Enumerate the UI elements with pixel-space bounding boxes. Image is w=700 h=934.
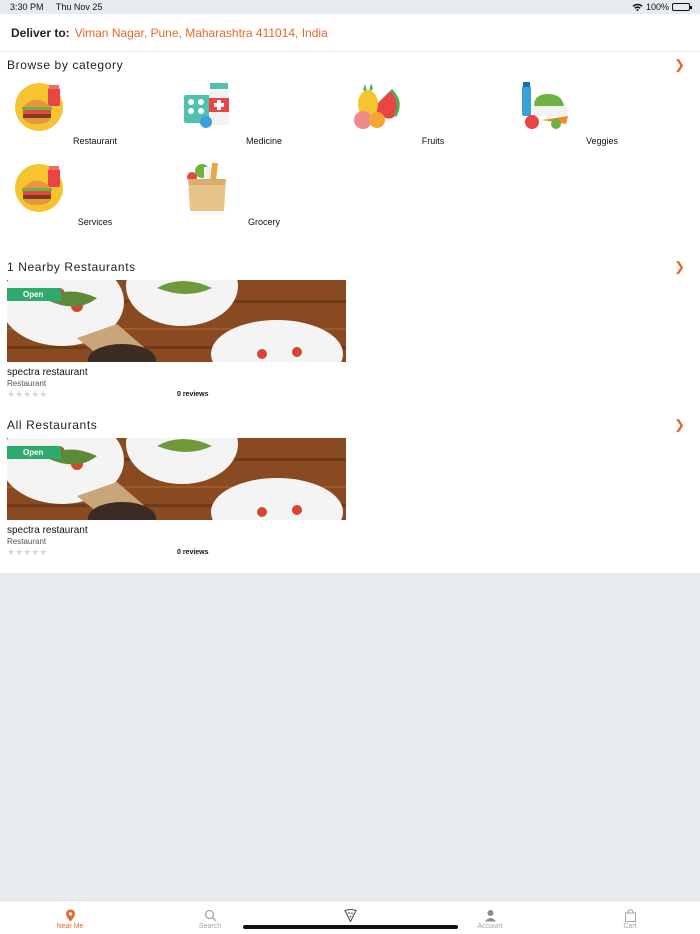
restaurant-name[interactable]: spectra restaurant [7,525,346,536]
tab-near-me[interactable]: Near Me [0,901,140,934]
search-icon [204,909,216,922]
all-title: All Restaurants [7,418,98,432]
restaurant-type: Restaurant [7,379,47,388]
deliver-label: Deliver to: [11,25,70,40]
medicine-icon [184,83,229,128]
nearby-title: 1 Nearby Restaurants [7,260,136,274]
all-header: All Restaurants ❯ [0,412,700,438]
category-label: Medicine [245,136,283,146]
rating-stars: ★★★★★ [7,388,48,399]
restaurant-type: Restaurant [7,537,47,546]
browse-header: Browse by category ❯ [0,52,700,78]
tab-cart[interactable]: Cart [560,901,700,934]
category-label: Grocery [247,217,280,227]
category-restaurant[interactable]: Restaurant [7,78,176,159]
grocery-bag-icon [187,163,226,211]
main-content: Deliver to: Viman Nagar, Pune, Maharasht… [0,14,700,573]
battery-icon [672,3,692,11]
deliver-address[interactable]: Viman Nagar, Pune, Maharashtra 411014, I… [75,26,328,40]
cart-bag-icon [624,909,636,922]
rating-stars: ★★★★★ [7,546,48,557]
chevron-right-icon[interactable]: ❯ [674,259,685,275]
home-indicator [243,925,458,929]
location-pin-icon [65,909,75,922]
battery-percent: 100% [645,2,669,12]
category-grid: Restaurant Medicine Fruits Veggies Servi… [0,78,700,240]
restaurant-card[interactable]: Open spectra restaurant Restaurant ★★★★★… [7,438,346,557]
category-services[interactable]: Services [7,159,176,240]
burger-icon [15,83,63,131]
restaurant-card[interactable]: Open spectra restaurant Restaurant ★★★★★… [7,280,346,399]
open-badge: Open [7,446,61,459]
burger-icon [15,164,63,212]
category-label: Fruits [421,136,445,146]
tab-account[interactable]: Account [420,901,560,934]
nearby-header: 1 Nearby Restaurants ❯ [0,254,700,280]
restaurant-image[interactable]: Open [7,280,346,362]
fruits-icon [354,83,400,129]
category-fruits[interactable]: Fruits [345,78,514,159]
wifi-icon [632,3,643,11]
category-label: Restaurant [72,136,118,146]
pizza-slice-icon [343,909,357,922]
deliver-bar[interactable]: Deliver to: Viman Nagar, Pune, Maharasht… [0,14,700,52]
tab-search[interactable]: Search [140,901,280,934]
veggies-icon [522,82,568,129]
restaurant-name[interactable]: spectra restaurant [7,367,346,378]
tab-label: Cart [623,923,637,930]
status-bar: 3:30 PM Thu Nov 25 100% [0,0,700,14]
tab-label: Account [477,923,503,930]
tab-label: Search [198,923,222,930]
browse-title: Browse by category [7,58,124,72]
tab-menu[interactable] [280,901,420,934]
status-time: 3:30 PM [10,2,44,12]
reviews-count: 0 reviews [177,548,209,556]
restaurant-image[interactable]: Open [7,438,346,520]
category-veggies[interactable]: Veggies [514,78,683,159]
account-icon [484,910,496,922]
category-label: Services [77,217,113,227]
open-badge: Open [7,288,61,301]
chevron-right-icon[interactable]: ❯ [674,417,685,433]
status-date: Thu Nov 25 [55,2,103,12]
reviews-count: 0 reviews [177,390,209,398]
chevron-right-icon[interactable]: ❯ [674,57,685,73]
category-label: Veggies [585,136,619,146]
category-grocery[interactable]: Grocery [176,159,345,240]
tab-label: Near Me [56,923,84,930]
category-medicine[interactable]: Medicine [176,78,345,159]
